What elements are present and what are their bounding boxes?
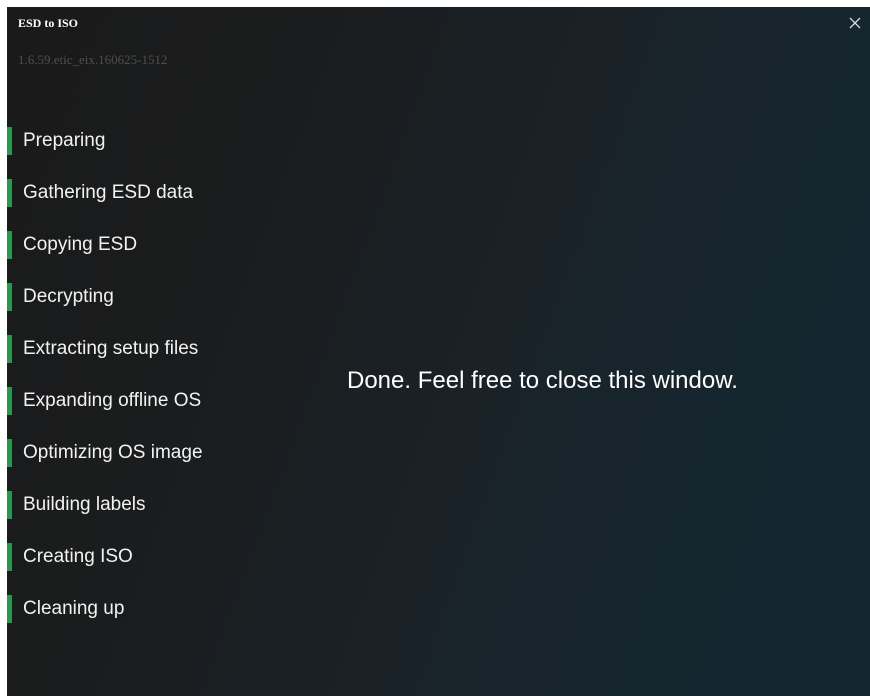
step-complete-indicator	[7, 387, 12, 415]
step-label: Creating ISO	[23, 546, 133, 567]
step-complete-indicator	[7, 127, 12, 155]
close-icon	[849, 17, 861, 29]
step-label: Preparing	[23, 130, 106, 151]
step-label: Copying ESD	[23, 234, 138, 255]
step-complete-indicator	[7, 491, 12, 519]
close-button[interactable]	[844, 12, 866, 34]
step-label: Optimizing OS image	[23, 442, 203, 463]
step-complete-indicator	[7, 439, 12, 467]
step-complete-indicator	[7, 595, 12, 623]
step-label: Extracting setup files	[23, 338, 199, 359]
step-label: Cleaning up	[23, 598, 125, 619]
step-label: Expanding offline OS	[23, 390, 202, 411]
step-complete-indicator	[7, 335, 12, 363]
window-title: ESD to ISO	[18, 16, 79, 30]
step-label: Decrypting	[23, 286, 114, 307]
status-message: Done. Feel free to close this window.	[347, 367, 738, 394]
step-label: Gathering ESD data	[23, 182, 194, 203]
step-complete-indicator	[7, 231, 12, 259]
app-window: ESD to ISO 1.6.59.etic_eix.160625-1512 P…	[7, 7, 870, 696]
step-complete-indicator	[7, 179, 12, 207]
step-complete-indicator	[7, 543, 12, 571]
step-complete-indicator	[7, 283, 12, 311]
version-label: 1.6.59.etic_eix.160625-1512	[18, 52, 168, 67]
step-label: Building labels	[23, 494, 146, 515]
